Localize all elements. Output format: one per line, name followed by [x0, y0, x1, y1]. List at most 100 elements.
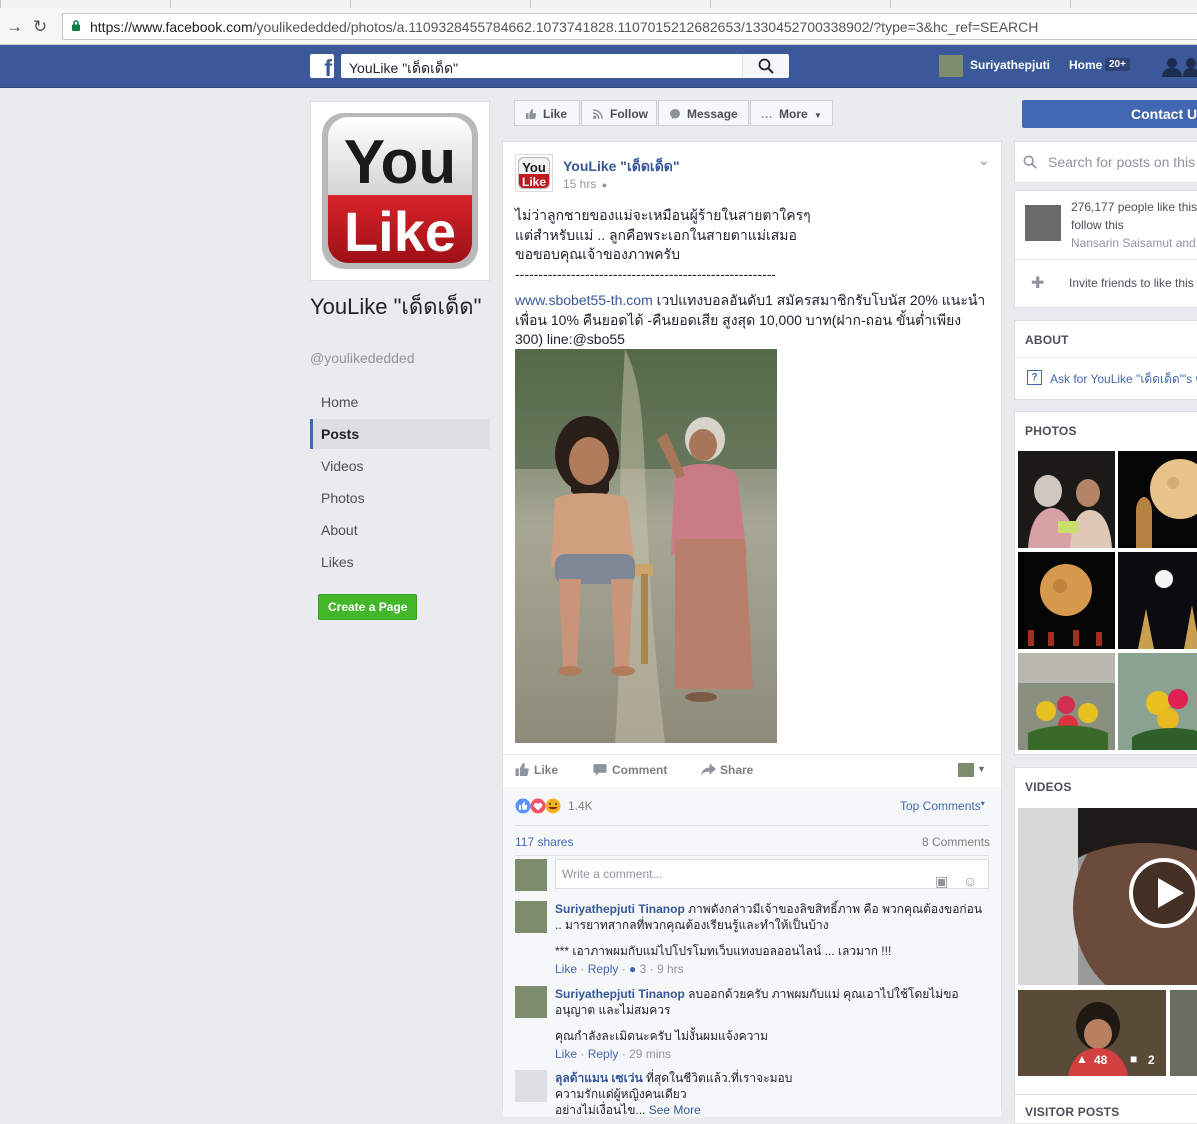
logo-text-you: You — [522, 160, 546, 175]
nav-item-videos[interactable]: Videos — [310, 451, 490, 481]
about-heading[interactable]: ABOUT — [1025, 333, 1069, 347]
emoji-icon[interactable]: ☺ — [963, 867, 977, 895]
home-link[interactable]: Home — [1069, 58, 1102, 72]
follow-label: Follow — [610, 107, 648, 121]
comment-reply-link[interactable]: Reply — [588, 1047, 619, 1061]
visitor-posts-card: VISITOR POSTS — [1014, 1094, 1197, 1124]
avatar[interactable] — [958, 763, 974, 777]
camera-icon[interactable]: ▣ — [935, 867, 948, 895]
page-search-box[interactable]: Search for posts on this Page — [1014, 141, 1197, 183]
nav-item-home[interactable]: Home — [310, 387, 490, 417]
like-page-button[interactable]: Like — [514, 100, 580, 126]
comment-like-link[interactable]: Like — [555, 962, 577, 976]
question-icon: ? — [1027, 370, 1042, 385]
share-button[interactable]: Share — [701, 763, 753, 777]
invite-friends-link[interactable]: Invite friends to like this Page — [1069, 276, 1197, 290]
reaction-count[interactable]: 1.4K — [568, 799, 593, 813]
comment-like-link[interactable]: Like — [555, 1047, 577, 1061]
search-button[interactable] — [742, 54, 789, 78]
play-icon[interactable] — [1129, 858, 1197, 928]
avatar[interactable] — [515, 986, 547, 1018]
facebook-search-box[interactable]: YouLike "เด็ดเด็ด" — [341, 54, 789, 80]
facebook-logo-icon[interactable]: f — [310, 54, 334, 78]
comment-author[interactable]: ลุลด้าแมน เซเว่น — [555, 1071, 643, 1085]
comments-section: 1.4K Top Comments▾ 117 shares 8 Comments… — [503, 787, 1001, 1117]
contact-us-button[interactable]: Contact Us — [1022, 100, 1197, 128]
photo-thumbnail[interactable] — [1118, 552, 1197, 649]
share-label: Share — [720, 763, 754, 777]
back-arrow-icon[interactable]: → — [6, 17, 23, 37]
avatar[interactable] — [515, 859, 547, 891]
ask-website-link[interactable]: Ask for YouLike "เด็ดเด็ด"'s website — [1050, 370, 1197, 389]
url-host: https://www.facebook.com — [90, 19, 253, 35]
comment-text: ความรักแด่ผู้หญิงคนเดียว — [555, 1087, 687, 1101]
search-input[interactable]: YouLike "เด็ดเด็ด" — [349, 58, 458, 80]
comment-button[interactable]: Comment — [593, 763, 667, 777]
avatar[interactable] — [1025, 205, 1061, 241]
avatar[interactable] — [939, 55, 963, 77]
comment-author[interactable]: Suriyathepjuti Tinanop — [555, 902, 685, 916]
photo-thumbnail[interactable] — [1118, 653, 1197, 750]
post-author-avatar[interactable]: You Like — [515, 154, 553, 192]
comment-input[interactable]: Write a comment... ▣ ☺ — [555, 859, 989, 889]
url-field[interactable]: https://www.facebook.com/youlikededded/p… — [62, 13, 1197, 40]
shares-link[interactable]: 117 shares — [515, 835, 573, 849]
reload-icon[interactable]: ↻ — [33, 17, 47, 37]
video-thumbnail[interactable] — [1018, 808, 1197, 985]
comment-reply-link[interactable]: Reply — [588, 962, 619, 976]
search-icon — [1023, 155, 1037, 169]
videos-heading[interactable]: VIDEOS — [1025, 780, 1072, 794]
youlike-logo: You Like — [518, 157, 550, 189]
more-button[interactable]: ··· More ▼ — [750, 100, 833, 126]
friend-requests-icon[interactable] — [1161, 57, 1197, 77]
promo-link[interactable]: www.sbobet55-th.com — [515, 292, 653, 308]
nav-item-posts[interactable]: Posts — [310, 419, 490, 449]
comment-time[interactable]: 9 hrs — [657, 962, 684, 976]
video-thumbnail[interactable]: ▲ 48 ■ 2 — [1018, 990, 1166, 1076]
page-profile-picture[interactable]: You Like — [310, 101, 490, 281]
avatar[interactable] — [515, 901, 547, 933]
video-thumbnail[interactable] — [1170, 990, 1197, 1076]
nav-item-photos[interactable]: Photos — [310, 483, 490, 513]
nav-item-about[interactable]: About — [310, 515, 490, 545]
page-title[interactable]: YouLike "เด็ดเด็ด" — [310, 294, 490, 320]
post-photo[interactable] — [515, 349, 777, 743]
divider — [515, 855, 989, 856]
likes-count-text[interactable]: 276,177 people like this and — [1071, 198, 1197, 216]
chevron-down-icon[interactable]: ▼ — [977, 764, 986, 774]
comment-like-count[interactable]: 3 — [640, 962, 647, 976]
url-path: /youlikededded/photos/a.1109328455784662… — [252, 19, 1039, 35]
post-author-link[interactable]: YouLike "เด็ดเด็ด" — [563, 156, 680, 178]
post-time[interactable]: 15 hrs — [563, 177, 596, 191]
visitor-posts-heading[interactable]: VISITOR POSTS — [1025, 1105, 1119, 1119]
top-comments-dropdown[interactable]: Top Comments▾ — [900, 799, 985, 813]
like-post-button[interactable]: Like — [515, 763, 558, 777]
comments-count[interactable]: 8 Comments — [922, 835, 990, 849]
message-label: Message — [687, 107, 738, 121]
comment-author[interactable]: Suriyathepjuti Tinanop — [555, 987, 685, 1001]
browser-tab-strip — [0, 0, 1197, 9]
photo-thumbnail[interactable] — [1118, 451, 1197, 548]
photo-thumbnail[interactable] — [1018, 552, 1115, 649]
reaction-icons[interactable] — [515, 798, 565, 814]
likes-follow-text: follow this — [1071, 218, 1124, 232]
chevron-down-icon: ▼ — [814, 111, 822, 120]
message-button[interactable]: Message — [658, 100, 749, 126]
chevron-down-icon: ▾ — [980, 799, 985, 808]
comment-time[interactable]: 29 mins — [629, 1047, 671, 1061]
photos-heading[interactable]: PHOTOS — [1025, 424, 1077, 438]
post-options-chevron-icon[interactable]: ⌄ — [978, 152, 990, 169]
nav-item-likes[interactable]: Likes — [310, 547, 490, 577]
avatar[interactable] — [515, 1070, 547, 1102]
page-username[interactable]: @youlikededded — [310, 350, 415, 366]
photo-thumbnail[interactable] — [1018, 451, 1115, 548]
divider — [1015, 259, 1197, 260]
comment-text: อย่างไม่เงื่อนไข... — [555, 1103, 646, 1117]
follow-button[interactable]: Follow — [581, 100, 657, 126]
profile-name-link[interactable]: Suriyathepjuti — [970, 58, 1050, 72]
see-more-link[interactable]: See More — [649, 1103, 701, 1117]
photo-thumbnail[interactable] — [1018, 653, 1115, 750]
like-page-label: Like — [543, 107, 568, 121]
create-page-button[interactable]: Create a Page — [318, 594, 418, 620]
friends-like-text[interactable]: Nansarin Saisamut and — [1071, 234, 1197, 252]
